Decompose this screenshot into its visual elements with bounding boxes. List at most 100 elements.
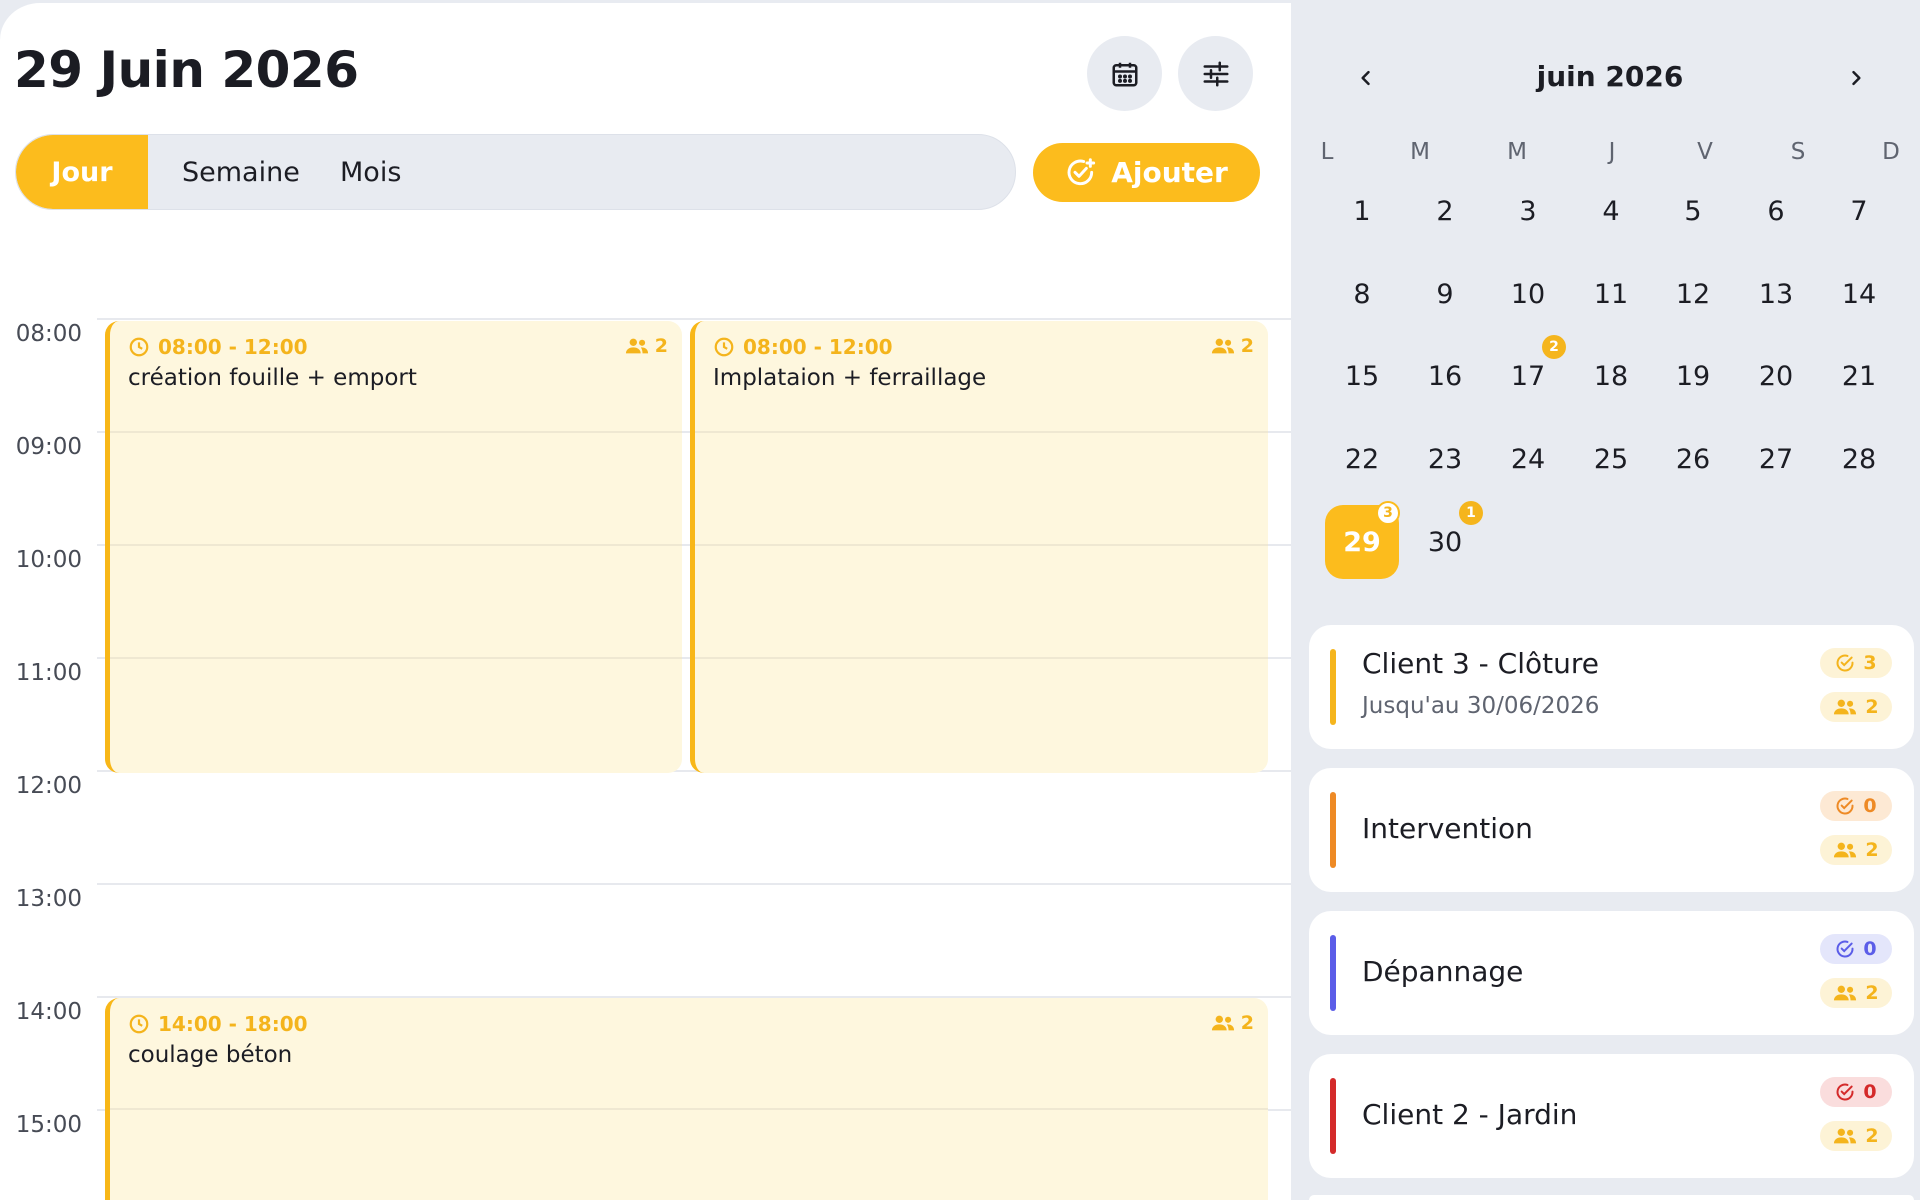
hour-label: 10:00 [15,547,82,573]
calendar-day[interactable]: 22 [1325,422,1399,496]
calendar-day[interactable]: 23 [1408,422,1482,496]
calendar-day[interactable]: 18 [1574,339,1648,413]
calendar-day[interactable]: 10 [1491,257,1565,331]
done-count-pill: 0 [1820,791,1892,821]
calendar-day[interactable]: 9 [1408,257,1482,331]
add-button[interactable]: Ajouter [1033,143,1260,202]
event-time: 08:00 - 12:00 [713,335,893,359]
calendar-day[interactable]: 15 [1325,339,1399,413]
event-hour-line [695,431,1268,433]
filter-button[interactable] [1178,36,1253,111]
event-title: Implataion + ferraillage [713,365,987,391]
calendar-day[interactable]: 19 [1656,339,1730,413]
clock-icon [129,337,149,357]
calendar-day[interactable]: 25 [1574,422,1648,496]
project-name: Client 2 - Jardin [1362,1098,1578,1131]
weekday-label: L [1320,139,1334,165]
event-people-count: 2 [1211,1012,1254,1034]
hour-label: 14:00 [15,999,82,1025]
people-icon [1834,699,1857,715]
event-card[interactable]: 08:00 - 12:00 création fouille + emport … [105,321,682,773]
prev-month-button[interactable] [1346,58,1386,98]
calendar-button[interactable] [1087,36,1162,111]
project-card[interactable]: Client 2 - Jardin 0 2 [1309,1054,1914,1178]
calendar-day[interactable]: 11 [1574,257,1648,331]
project-card-partial [1309,1195,1914,1200]
calendar-day[interactable]: 5 [1656,174,1730,248]
calendar-day[interactable]: 12 [1656,257,1730,331]
event-card[interactable]: 14:00 - 18:00 coulage béton 2 [105,998,1268,1200]
calendar-day[interactable]: 28 [1822,422,1896,496]
calendar-icon [1112,62,1137,86]
calendar-day[interactable]: 20 [1739,339,1813,413]
tab-month[interactable]: Mois [306,135,401,209]
calendar-day[interactable]: 7 [1822,174,1896,248]
check-plus-icon [1067,157,1096,185]
project-color-bar [1330,1078,1336,1154]
people-icon [1211,1015,1234,1031]
event-hour-line [110,657,682,659]
project-card[interactable]: Intervention 0 2 [1309,768,1914,892]
done-count-pill: 0 [1820,934,1892,964]
weekday-label: V [1697,139,1713,165]
clock-icon [714,337,734,357]
event-people-text: 2 [654,335,668,357]
weekday-label: M [1507,139,1527,165]
weekday-label: S [1790,139,1806,165]
project-card[interactable]: Client 3 - Clôture Jusqu'au 30/06/2026 3… [1309,625,1914,749]
hour-label: 08:00 [15,321,82,347]
people-count: 2 [1865,982,1879,1004]
people-icon [1211,338,1234,354]
check-circle-icon [1836,797,1854,815]
event-people-count: 2 [1211,335,1254,357]
event-hour-line [695,657,1268,659]
calendar-day[interactable]: 1 [1325,174,1399,248]
project-name: Dépannage [1362,955,1524,988]
project-card[interactable]: Dépannage 0 2 [1309,911,1914,1035]
calendar-day[interactable]: 13 [1739,257,1813,331]
people-count: 2 [1865,696,1879,718]
project-color-bar [1330,649,1336,725]
check-circle-icon [1836,654,1854,672]
people-icon [1834,842,1857,858]
tab-day[interactable]: Jour [16,135,148,209]
grid-line [97,318,1291,320]
people-count-pill: 2 [1820,1121,1892,1151]
day-event-badge: 3 [1376,501,1400,525]
weekday-label: J [1608,139,1616,165]
event-people-text: 2 [1240,335,1254,357]
day-event-badge: 1 [1459,501,1483,525]
next-month-button[interactable] [1836,58,1876,98]
calendar-day[interactable]: 8 [1325,257,1399,331]
clock-icon [129,1014,149,1034]
calendar-day[interactable]: 24 [1491,422,1565,496]
event-hour-line [110,544,682,546]
event-card[interactable]: 08:00 - 12:00 Implataion + ferraillage 2 [690,321,1268,773]
event-time: 14:00 - 18:00 [128,1012,308,1036]
calendar-day[interactable]: 3 [1491,174,1565,248]
project-color-bar [1330,792,1336,868]
people-count-pill: 2 [1820,835,1892,865]
add-button-label: Ajouter [1111,156,1228,189]
event-time-text: 14:00 - 18:00 [158,1012,308,1036]
calendar-day[interactable]: 27 [1739,422,1813,496]
project-name: Intervention [1362,812,1533,845]
calendar-day[interactable]: 21 [1822,339,1896,413]
hour-label: 09:00 [15,434,82,460]
tab-week[interactable]: Semaine [148,135,306,209]
sliders-icon [1203,61,1228,86]
calendar-day[interactable]: 2 [1408,174,1482,248]
people-count-pill: 2 [1820,978,1892,1008]
people-count: 2 [1865,1125,1879,1147]
weekday-label: M [1410,139,1430,165]
calendar-day[interactable]: 14 [1822,257,1896,331]
event-hour-line [110,431,682,433]
chevron-left-icon [1361,70,1370,86]
check-circle-icon [1836,1083,1854,1101]
calendar-day[interactable]: 26 [1656,422,1730,496]
calendar-day[interactable]: 4 [1574,174,1648,248]
calendar-day[interactable]: 6 [1739,174,1813,248]
calendar-day[interactable]: 16 [1408,339,1482,413]
event-people-count: 2 [625,335,668,357]
hour-label: 11:00 [15,660,82,686]
